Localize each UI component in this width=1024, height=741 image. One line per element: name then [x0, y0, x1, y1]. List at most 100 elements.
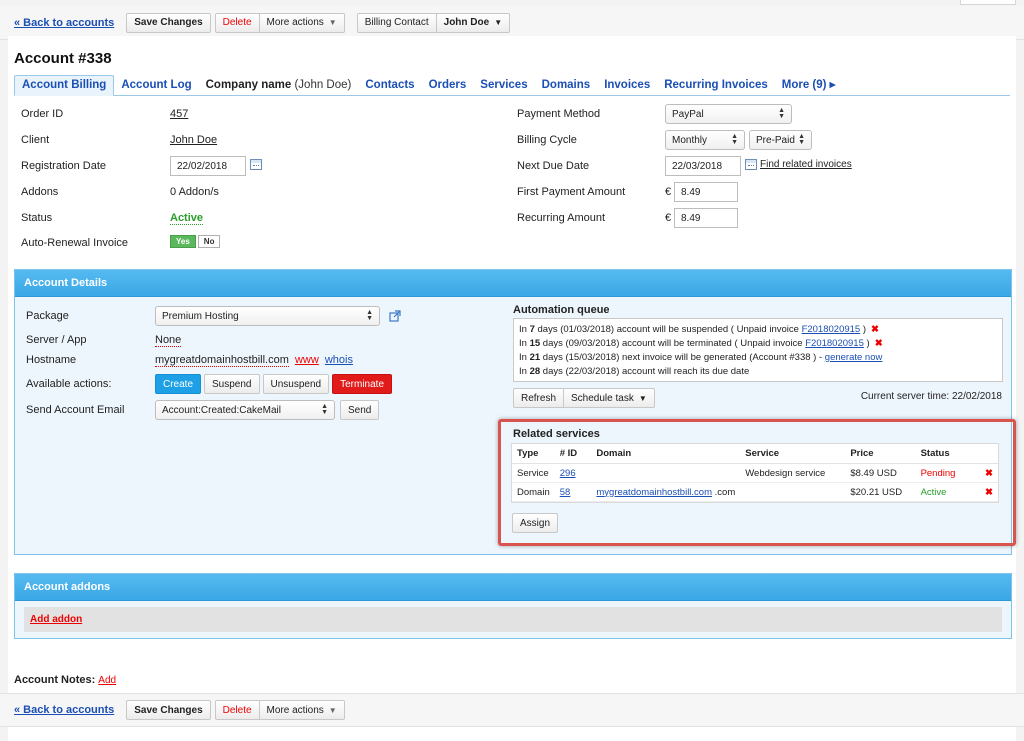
available-actions-label: Available actions: — [26, 378, 112, 390]
select-arrows-icon: ▲ ▼ — [366, 309, 373, 322]
first-payment-label: First Payment Amount — [517, 186, 626, 198]
delete-button[interactable]: Delete — [214, 700, 260, 720]
delete-button[interactable]: Delete — [214, 12, 260, 33]
auto-renewal-no[interactable]: No — [197, 235, 221, 248]
tab-company-name[interactable]: Company name (John Doe) — [199, 76, 359, 95]
select-arrows-icon: ▲ ▼ — [321, 403, 328, 416]
server-time: Current server time: 22/02/2018 — [860, 391, 1002, 402]
create-button[interactable]: Create — [155, 374, 202, 394]
billing-cycle-value: Monthly — [672, 134, 708, 146]
bottom-toolbar: « Back to accounts Save Changes Delete M… — [0, 693, 1024, 727]
add-addon-link[interactable]: Add addon — [30, 614, 82, 625]
calendar-icon[interactable] — [250, 159, 262, 170]
available-actions-group: Create Suspend Unsuspend Terminate — [155, 374, 392, 394]
auto-renewal-yes[interactable]: Yes — [170, 235, 196, 248]
actions-group: Delete More actions ▼ — [214, 12, 345, 33]
client-link[interactable]: John Doe — [170, 134, 217, 146]
schedule-task-button[interactable]: Schedule task ▼ — [563, 388, 655, 408]
remove-icon[interactable]: ✖ — [871, 324, 879, 335]
tab-account-log[interactable]: Account Log — [114, 76, 198, 95]
order-id-link[interactable]: 457 — [170, 108, 188, 120]
refresh-button[interactable]: Refresh — [513, 388, 565, 408]
send-email-button[interactable]: Send — [340, 400, 380, 420]
whois-link[interactable]: whois — [325, 354, 353, 366]
terminate-button[interactable]: Terminate — [332, 374, 392, 394]
unsuspend-button[interactable]: Unsuspend — [262, 374, 330, 394]
registration-date-label: Registration Date — [21, 160, 106, 172]
payment-method-label: Payment Method — [517, 108, 601, 120]
first-payment-input[interactable]: 8.49 — [674, 182, 738, 202]
invoice-link[interactable]: F2018020915 — [805, 338, 864, 349]
invoice-link[interactable]: F2018020915 — [802, 324, 861, 335]
queue-item: In 15 days (09/03/2018) account will be … — [519, 338, 883, 349]
currency-symbol: € — [665, 212, 672, 224]
top-toolbar: « Back to accounts Save Changes Delete M… — [0, 6, 1024, 40]
addon-bar: Add addon — [24, 607, 1002, 632]
select-arrows-icon: ▲ ▼ — [731, 133, 738, 146]
payment-method-value: PayPal — [672, 108, 704, 120]
addons-label: Addons — [21, 186, 59, 198]
queue-item: In 28 days (22/03/2018) account will rea… — [519, 366, 750, 377]
more-actions-label: More actions — [266, 17, 324, 28]
company-name-sub: (John Doe) — [294, 79, 352, 91]
billing-contact-select[interactable]: John Doe ▼ — [435, 12, 511, 33]
chevron-down-icon: ▼ — [494, 18, 503, 27]
package-select[interactable]: Premium Hosting ▲ ▼ — [155, 306, 380, 326]
page-title: Account #338 — [14, 50, 112, 67]
account-notes-label: Account Notes: — [14, 674, 96, 686]
find-related-invoices-link[interactable]: Find related invoices — [760, 159, 852, 170]
order-id-label: Order ID — [21, 108, 64, 120]
hostname-label: Hostname — [26, 354, 77, 366]
billing-contact-name: John Doe — [443, 17, 490, 28]
billing-type-select[interactable]: Pre-Paid ▲ ▼ — [749, 130, 812, 150]
tab-contacts[interactable]: Contacts — [358, 76, 421, 95]
back-to-accounts-link[interactable]: « Back to accounts — [14, 17, 114, 29]
email-template-select[interactable]: Account:Created:CakeMail ▲ ▼ — [155, 400, 335, 420]
chevron-down-icon: ▼ — [328, 705, 337, 715]
registration-date-input[interactable]: 22/02/2018 — [170, 156, 246, 176]
external-link-icon[interactable] — [389, 310, 401, 322]
remove-icon[interactable]: ✖ — [875, 338, 883, 349]
account-details-header: Account Details — [15, 270, 1011, 297]
queue-item: In 21 days (15/03/2018) next invoice wil… — [519, 352, 883, 363]
billing-contact-label: Billing Contact — [356, 12, 437, 33]
next-due-date-input[interactable]: 22/03/2018 — [665, 156, 741, 176]
back-to-accounts-link[interactable]: « Back to accounts — [14, 704, 114, 716]
generate-now-link[interactable]: generate now — [825, 352, 883, 363]
automation-queue-title: Automation queue — [513, 304, 610, 316]
tab-more[interactable]: More (9) ▸ — [775, 74, 843, 95]
select-arrows-icon: ▲ ▼ — [798, 133, 805, 146]
more-actions-button[interactable]: More actions ▼ — [258, 700, 345, 720]
more-actions-button[interactable]: More actions ▼ — [258, 12, 345, 33]
hostname-value[interactable]: mygreatdomainhostbill.com — [155, 354, 289, 367]
tab-orders[interactable]: Orders — [422, 76, 474, 95]
server-app-value[interactable]: None — [155, 334, 182, 347]
recurring-amount-input[interactable]: 8.49 — [674, 208, 738, 228]
billing-cycle-select[interactable]: Monthly ▲ ▼ — [665, 130, 745, 150]
account-tabs: Account Billing Account Log Company name… — [14, 74, 1010, 96]
actions-group: Delete More actions ▼ — [214, 700, 345, 720]
tab-services[interactable]: Services — [473, 76, 534, 95]
www-link[interactable]: www — [295, 354, 319, 366]
add-note-link[interactable]: Add — [98, 675, 116, 686]
addons-value: 0 Addon/s — [170, 186, 219, 198]
status-value[interactable]: Active — [170, 212, 204, 225]
chevron-down-icon: ▼ — [638, 393, 647, 403]
tab-domains[interactable]: Domains — [535, 76, 598, 95]
email-template-value: Account:Created:CakeMail — [162, 404, 281, 416]
company-name-label: Company name — [205, 79, 292, 91]
select-arrows-icon: ▲ ▼ — [778, 107, 785, 120]
package-value: Premium Hosting — [162, 310, 239, 322]
save-changes-button[interactable]: Save Changes — [126, 12, 211, 33]
suspend-button[interactable]: Suspend — [204, 374, 260, 394]
payment-method-select[interactable]: PayPal ▲ ▼ — [665, 104, 792, 124]
tab-invoices[interactable]: Invoices — [597, 76, 657, 95]
hostname-row: mygreatdomainhostbill.com www whois — [155, 354, 353, 367]
calendar-icon[interactable] — [745, 159, 757, 170]
currency-symbol: € — [665, 186, 672, 198]
save-changes-button[interactable]: Save Changes — [126, 700, 211, 720]
tab-recurring-invoices[interactable]: Recurring Invoices — [657, 76, 775, 95]
package-label: Package — [26, 310, 69, 322]
tab-account-billing[interactable]: Account Billing — [14, 75, 115, 96]
billing-type-value: Pre-Paid — [756, 134, 795, 146]
